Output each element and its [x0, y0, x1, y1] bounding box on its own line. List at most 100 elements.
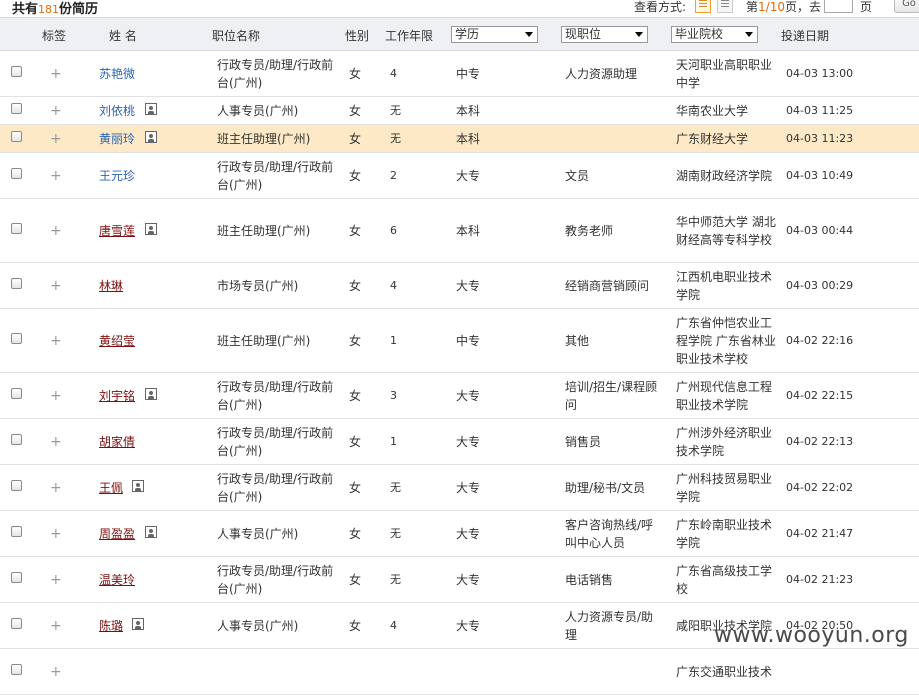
- education: 本科: [456, 131, 481, 146]
- row-checkbox[interactable]: [11, 168, 22, 179]
- add-tag-icon[interactable]: +: [50, 434, 62, 450]
- table-header: 标签 姓 名 职位名称 性别 工作年限 学历 现职位 毕业院校 投递日期: [0, 17, 919, 51]
- photo-icon[interactable]: [145, 388, 157, 400]
- detail-view-icon[interactable]: [717, 0, 733, 13]
- add-tag-icon[interactable]: +: [50, 131, 62, 147]
- add-tag-icon[interactable]: +: [50, 278, 62, 294]
- add-tag-icon[interactable]: +: [50, 480, 62, 496]
- add-tag-icon[interactable]: +: [50, 388, 62, 404]
- photo-icon[interactable]: [145, 223, 157, 235]
- candidate-name-link[interactable]: 温美玲: [99, 571, 135, 589]
- add-tag-icon[interactable]: +: [50, 618, 62, 634]
- gender: 女: [349, 480, 362, 495]
- candidate-name-link[interactable]: 王元珍: [99, 167, 135, 185]
- resume-count-number: 181: [38, 3, 60, 16]
- row-checkbox[interactable]: [11, 480, 22, 491]
- position-name: 行政专员/助理/行政前台(广州): [217, 159, 334, 192]
- submit-date: 04-02 22:02: [786, 480, 854, 494]
- add-tag-icon[interactable]: +: [50, 333, 62, 349]
- work-years: 2: [390, 168, 397, 182]
- table-row: + 王元珍 行政专员/助理/行政前台(广州) 女 2 大专 文员 湖南财政经济学院 04-03 …: [0, 153, 919, 199]
- current-job: 客户咨询热线/呼叫中心人员: [565, 517, 654, 550]
- position-name: 行政专员/助理/行政前台(广州): [217, 425, 334, 458]
- school: 广东省仲恺农业工程学院 广东省林业职业技术学校: [676, 315, 776, 366]
- photo-icon[interactable]: [145, 103, 157, 115]
- row-checkbox[interactable]: [11, 103, 22, 114]
- education: 大专: [456, 388, 481, 403]
- add-tag-icon[interactable]: +: [50, 168, 62, 184]
- table-row: + 唐雪莲 班主任助理(广州) 女 6 本科 教务老师 华中师范大学 湖北财经高等专科学校 04…: [0, 199, 919, 263]
- row-checkbox[interactable]: [11, 618, 22, 629]
- current-job: 销售员: [565, 434, 602, 449]
- header-date: 投递日期: [781, 29, 830, 43]
- candidate-name-link[interactable]: 林琳: [99, 277, 123, 295]
- add-tag-icon[interactable]: +: [50, 103, 62, 119]
- candidate-name-link[interactable]: 黄丽玲: [99, 130, 135, 148]
- table-row: + 黄绍莹 班主任助理(广州) 女 1 中专 其他 广东省仲恺农业工程学院 广东省林业职业技术…: [0, 309, 919, 373]
- chevron-down-icon: [635, 32, 643, 37]
- candidate-name-link[interactable]: 王佩: [99, 479, 123, 497]
- school-filter-select[interactable]: 毕业院校: [671, 26, 758, 43]
- current-job: 教务老师: [565, 223, 614, 238]
- work-years: 4: [390, 66, 397, 80]
- candidate-name-link[interactable]: 唐雪莲: [99, 222, 135, 240]
- header-years: 工作年限: [385, 29, 434, 43]
- go-button[interactable]: Go: [894, 0, 919, 13]
- page-suffix: 页: [860, 0, 873, 14]
- add-tag-icon[interactable]: +: [50, 223, 62, 239]
- gender: 女: [349, 223, 362, 238]
- photo-icon[interactable]: [145, 526, 157, 538]
- row-checkbox[interactable]: [11, 131, 22, 142]
- candidate-name-link[interactable]: 苏艳微: [99, 65, 135, 83]
- add-tag-icon[interactable]: +: [50, 526, 62, 542]
- photo-icon[interactable]: [145, 131, 157, 143]
- header-gender: 性别: [345, 29, 370, 43]
- current-job-filter-select[interactable]: 现职位: [561, 26, 648, 43]
- header-name: 姓 名: [109, 29, 137, 43]
- add-tag-icon[interactable]: +: [50, 66, 62, 82]
- row-checkbox[interactable]: [11, 333, 22, 344]
- table-row: + 胡家倩 行政专员/助理/行政前台(广州) 女 1 大专 销售员 广州涉外经济职业技术学院 0…: [0, 419, 919, 465]
- list-view-icon[interactable]: [695, 0, 711, 13]
- chevron-down-icon: [745, 32, 753, 37]
- row-checkbox[interactable]: [11, 572, 22, 583]
- work-years: 1: [390, 333, 397, 347]
- gender: 女: [349, 168, 362, 183]
- row-checkbox[interactable]: [11, 388, 22, 399]
- candidate-name-link[interactable]: 胡家倩: [99, 433, 135, 451]
- position-name: 行政专员/助理/行政前台(广州): [217, 471, 334, 504]
- submit-date: 04-03 00:29: [786, 278, 854, 292]
- candidate-name-link[interactable]: 刘依桃: [99, 102, 135, 120]
- education: 大专: [456, 480, 481, 495]
- education: 大专: [456, 168, 481, 183]
- education-filter-select[interactable]: 学历: [451, 26, 538, 43]
- position-name: 行政专员/助理/行政前台(广州): [217, 563, 334, 596]
- gender: 女: [349, 434, 362, 449]
- school: 华南农业大学: [676, 103, 749, 118]
- row-checkbox[interactable]: [11, 278, 22, 289]
- candidate-name-link[interactable]: 黄绍莹: [99, 332, 135, 350]
- photo-icon[interactable]: [132, 480, 144, 492]
- add-tag-icon[interactable]: +: [50, 572, 62, 588]
- pager: 第1/10页，去: [746, 0, 821, 14]
- school: 天河职业高职职业中学: [676, 57, 773, 90]
- school: 湖南财政经济学院: [676, 168, 773, 183]
- school: 广州现代信息工程职业技术学院: [676, 379, 773, 412]
- current-job: 其他: [565, 333, 590, 348]
- position-name: 人事专员(广州): [217, 618, 299, 633]
- row-checkbox[interactable]: [11, 223, 22, 234]
- candidate-name-link[interactable]: 陈璐: [99, 617, 123, 635]
- row-checkbox[interactable]: [11, 66, 22, 77]
- position-name: 班主任助理(广州): [217, 223, 311, 238]
- candidate-name-link[interactable]: 刘宇铭: [99, 387, 135, 405]
- row-checkbox[interactable]: [11, 434, 22, 445]
- submit-date: 04-02 22:16: [786, 333, 854, 347]
- submit-date: 04-03 11:25: [786, 103, 854, 117]
- education: 中专: [456, 66, 481, 81]
- current-job: 文员: [565, 168, 590, 183]
- photo-icon[interactable]: [132, 618, 144, 630]
- row-checkbox[interactable]: [11, 526, 22, 537]
- school: 华中师范大学 湖北财经高等专科学校: [676, 214, 776, 247]
- candidate-name-link[interactable]: 周盈盈: [99, 525, 135, 543]
- page-number-input[interactable]: [824, 0, 853, 13]
